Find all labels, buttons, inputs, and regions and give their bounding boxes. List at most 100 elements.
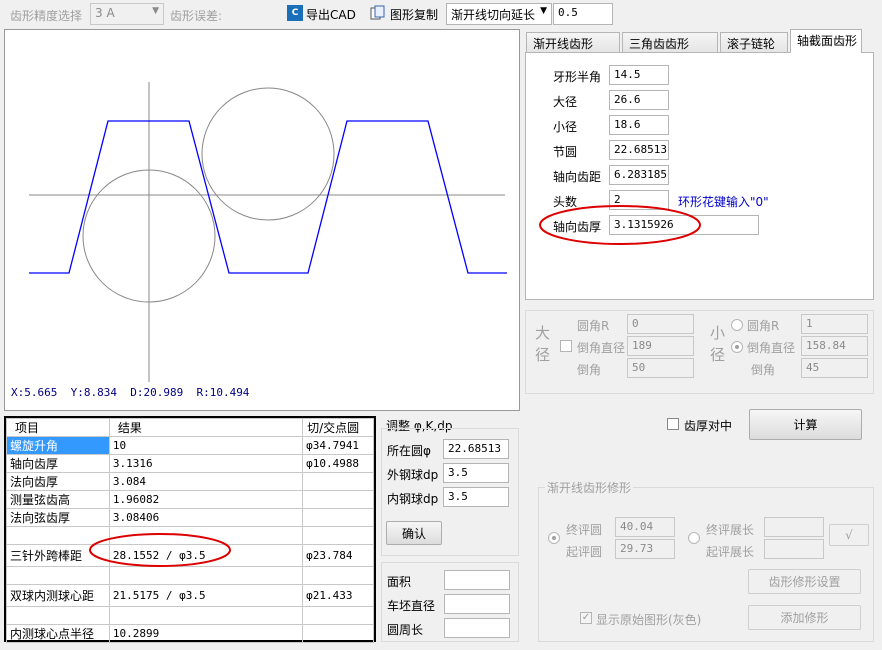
params-panel: 牙形半角 14.5 大径 26.6 小径 18.6 节圆 22.68513 轴向… xyxy=(525,52,874,300)
coord-readout: X:5.665 Y:8.834 D:20.989 R:10.494 xyxy=(11,386,249,399)
export-cad-button[interactable]: 导出CAD xyxy=(306,6,356,23)
pitch-circle-input[interactable]: 22.68513 xyxy=(443,439,509,459)
calculate-button[interactable]: 计算 xyxy=(749,409,862,440)
results-table: 项目 结果 切/交点圆 螺旋升角 10 φ34.7941 轴向齿厚 3.1316… xyxy=(4,416,376,643)
show-original-checkbox[interactable]: ✓ xyxy=(580,612,592,624)
perimeter-label: 圆周长 xyxy=(387,623,424,637)
eval-length-label: 终评展长 xyxy=(706,523,755,537)
param-label: 牙形半角 xyxy=(553,70,602,84)
table-row[interactable]: 螺旋升角 10 φ34.7941 xyxy=(6,436,374,455)
tab-roller-chain[interactable]: 滚子链轮 xyxy=(720,32,788,52)
major-r-input[interactable]: 0 xyxy=(627,314,694,334)
param-half-angle-input[interactable]: 14.5 xyxy=(609,65,669,85)
param-axial-thickness-input[interactable]: 3.1315926 xyxy=(609,215,759,235)
param-label: 节圆 xyxy=(553,145,578,159)
extend-mode-value: 渐开线切向延长 xyxy=(451,8,536,22)
major-angle-input[interactable]: 50 xyxy=(627,358,694,378)
error-label: 齿形误差: xyxy=(170,9,223,23)
table-row[interactable] xyxy=(6,526,374,545)
outer-ball-label: 外钢球dp xyxy=(387,468,439,482)
precision-value: 3 A xyxy=(95,6,115,20)
param-major-dia-input[interactable]: 26.6 xyxy=(609,90,669,110)
minor-chamfer-radio[interactable] xyxy=(731,341,743,353)
param-label: 轴向齿距 xyxy=(553,170,602,184)
center-thickness-checkbox[interactable] xyxy=(667,418,679,430)
table-row[interactable]: 内测球心点半径 10.2899 xyxy=(6,624,374,643)
minor-chamfer-input[interactable]: 158.84 xyxy=(801,336,868,356)
inner-ball-input[interactable]: 3.5 xyxy=(443,487,509,507)
center-thickness-label: 齿厚对中 xyxy=(684,419,733,433)
blank-dia-input[interactable] xyxy=(444,594,510,614)
check-button[interactable]: √ xyxy=(829,524,869,546)
table-row[interactable]: 双球内测球心距 21.5175 / φ3.5 φ21.433 xyxy=(6,584,374,607)
param-label: 轴向齿厚 xyxy=(553,220,602,234)
minor-r-label: 圆角R xyxy=(747,319,780,333)
minor-r-radio[interactable] xyxy=(731,319,743,331)
table-row[interactable]: 法向齿厚 3.084 xyxy=(6,472,374,491)
minor-angle-label: 倒角 xyxy=(751,363,776,377)
eval-circle-label: 终评圆 xyxy=(566,523,603,537)
start-length-input[interactable] xyxy=(764,539,824,559)
area-input[interactable] xyxy=(444,570,510,590)
inner-ball-label: 内钢球dp xyxy=(387,492,439,506)
add-modify-button[interactable]: 添加修形 xyxy=(748,605,861,630)
eval-circle-input[interactable]: 40.04 xyxy=(615,517,675,537)
coord-r: R:10.494 xyxy=(196,386,250,399)
major-chamfer-input[interactable]: 189 xyxy=(627,336,694,356)
param-axial-pitch-input[interactable]: 6.283185 xyxy=(609,165,669,185)
minor-chamfer-label: 倒角直径 xyxy=(747,341,796,355)
precision-label: 齿形精度选择 xyxy=(10,9,83,23)
major-title: 大径 xyxy=(535,324,551,364)
major-chamfer-checkbox[interactable] xyxy=(560,340,572,352)
confirm-button[interactable]: 确认 xyxy=(386,521,442,545)
major-r-label: 圆角R xyxy=(577,319,610,333)
param-minor-dia-input[interactable]: 18.6 xyxy=(609,115,669,135)
coord-d: D:20.989 xyxy=(130,386,184,399)
perimeter-input[interactable] xyxy=(444,618,510,638)
copy-icon xyxy=(370,5,386,21)
param-label: 大径 xyxy=(553,95,578,109)
eval-circle-radio[interactable] xyxy=(548,532,560,544)
eval-length-input[interactable] xyxy=(764,517,824,537)
precision-select[interactable]: 3 A ▼ xyxy=(90,3,164,25)
table-row[interactable]: 测量弦齿高 1.96082 xyxy=(6,490,374,509)
pitch-circle-label: 所在圆φ xyxy=(387,444,431,458)
param-label: 头数 xyxy=(553,195,578,209)
show-original-label: 显示原始图形(灰色) xyxy=(596,613,702,627)
minor-title: 小径 xyxy=(710,324,726,364)
major-chamfer-label: 倒角直径 xyxy=(577,341,626,355)
coord-y: Y:8.834 xyxy=(70,386,117,399)
major-angle-label: 倒角 xyxy=(577,363,602,377)
minor-angle-input[interactable]: 45 xyxy=(801,358,868,378)
table-row[interactable]: 法向弦齿厚 3.08406 xyxy=(6,508,374,527)
drawing-canvas[interactable]: X:5.665 Y:8.834 D:20.989 R:10.494 xyxy=(4,29,520,411)
start-circle-label: 起评圆 xyxy=(566,545,603,559)
chevron-down-icon: ▼ xyxy=(540,6,547,16)
modify-settings-button[interactable]: 齿形修形设置 xyxy=(748,569,861,594)
area-label: 面积 xyxy=(387,575,412,589)
outer-ball-input[interactable]: 3.5 xyxy=(443,463,509,483)
start-length-label: 起评展长 xyxy=(706,545,755,559)
header-circle: 切/交点圆 xyxy=(302,418,374,437)
extend-value-input[interactable]: 0.5 xyxy=(553,3,613,25)
start-circle-input[interactable]: 29.73 xyxy=(615,539,675,559)
tab-axial-section[interactable]: 轴截面齿形 xyxy=(790,29,862,53)
extend-mode-select[interactable]: 渐开线切向延长 ▼ xyxy=(446,3,552,25)
tab-involute[interactable]: 渐开线齿形 xyxy=(526,32,620,52)
modify-title: 渐开线齿形修形 xyxy=(545,479,634,496)
cad-icon: C xyxy=(287,5,303,21)
ball-circle-right xyxy=(201,87,335,221)
tooth-profile xyxy=(29,120,507,274)
header-result: 结果 xyxy=(108,418,304,437)
copy-shape-button[interactable]: 图形复制 xyxy=(390,6,438,23)
param-starts-input[interactable]: 2 xyxy=(609,190,669,210)
table-row[interactable]: 三针外跨棒距 28.1552 / φ3.5 φ23.784 xyxy=(6,544,374,567)
eval-length-radio[interactable] xyxy=(688,532,700,544)
table-row[interactable] xyxy=(6,606,374,625)
param-pitch-dia-input[interactable]: 22.68513 xyxy=(609,140,669,160)
table-row[interactable] xyxy=(6,566,374,585)
table-row[interactable]: 轴向齿厚 3.1316 φ10.4988 xyxy=(6,454,374,473)
blank-dia-label: 车坯直径 xyxy=(387,599,436,613)
minor-r-input[interactable]: 1 xyxy=(801,314,868,334)
tab-triangle[interactable]: 三角齿齿形 xyxy=(622,32,718,52)
